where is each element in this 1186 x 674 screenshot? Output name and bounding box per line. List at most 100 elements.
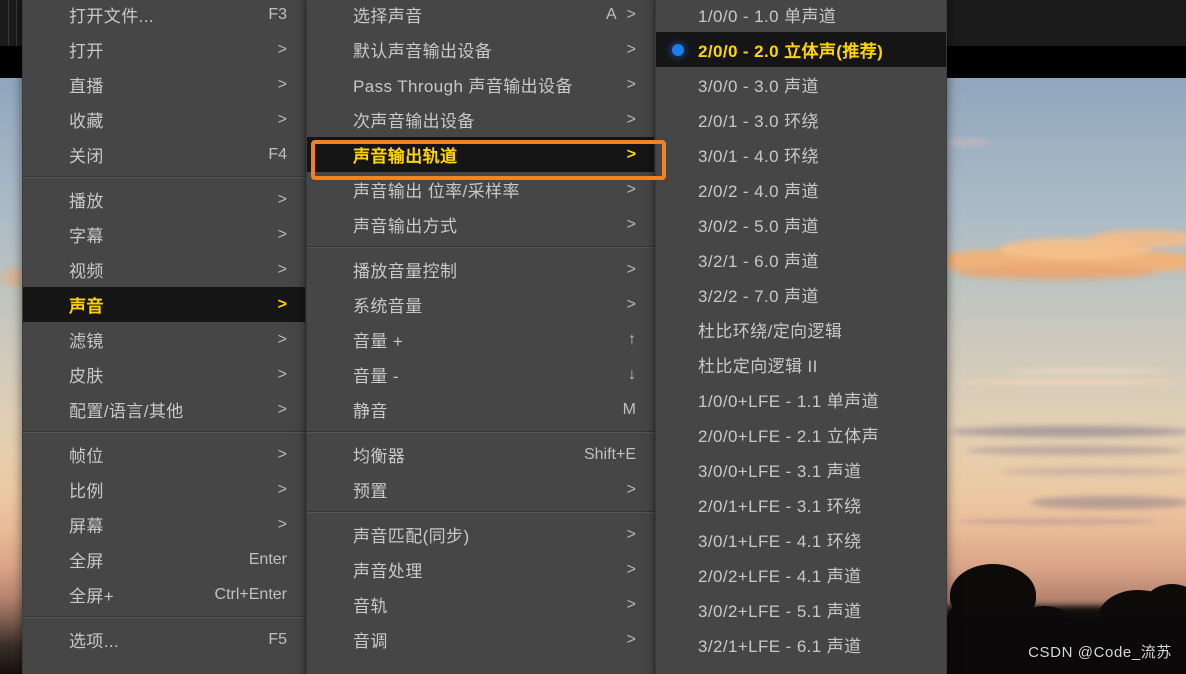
menu-item[interactable]: 均衡器 Shift+E	[307, 437, 654, 472]
menu-item[interactable]: 皮肤 >	[23, 357, 305, 392]
menu-item-label: 3/2/1+LFE - 6.1 声道	[698, 637, 862, 656]
menu-item[interactable]: 3/0/2+LFE - 5.1 声道	[656, 592, 946, 627]
menu-item[interactable]: 音轨 >	[307, 587, 654, 622]
menu-item[interactable]: 静音 M	[307, 392, 654, 427]
menu-item[interactable]: 全屏 Enter	[23, 542, 305, 577]
menu-item[interactable]: 声音 >	[23, 287, 305, 322]
menu-item[interactable]: 音调 >	[307, 622, 654, 657]
audio-submenu[interactable]: 选择声音 A > 默认声音输出设备 > Pass Through 声音输出设备 > 次声音输出…	[306, 0, 655, 674]
menu-item[interactable]: 关闭 F4	[23, 137, 305, 172]
menu-item-label: 比例	[69, 482, 104, 501]
menu-item[interactable]: 预置 >	[307, 472, 654, 507]
menu-item-label: 音调	[353, 632, 388, 651]
menu-item[interactable]: 3/0/0+LFE - 3.1 声道	[656, 452, 946, 487]
menu-item[interactable]: 1/0/0 - 1.0 单声道	[656, 0, 946, 32]
menu-item[interactable]: 打开文件... F3	[23, 0, 305, 32]
menu-item[interactable]: 打开 >	[23, 32, 305, 67]
menu-item[interactable]: 3/0/0 - 3.0 声道	[656, 67, 946, 102]
menu-item[interactable]: 3/2/1 - 6.0 声道	[656, 242, 946, 277]
menu-item[interactable]: 声音处理 >	[307, 552, 654, 587]
menu-item[interactable]: 滤镜 >	[23, 322, 305, 357]
menu-item-label: 音轨	[353, 597, 388, 616]
menu-item-label: 选项...	[69, 632, 120, 651]
chevron-right-icon: >	[277, 260, 287, 278]
menu-separator	[307, 246, 654, 248]
menu-item[interactable]: 收藏 >	[23, 102, 305, 137]
menu-item[interactable]: 2/0/0 - 2.0 立体声(推荐)	[656, 32, 946, 67]
menu-item-label: 杜比环绕/定向逻辑	[698, 322, 843, 341]
chevron-right-icon: >	[626, 525, 636, 543]
menu-item[interactable]: 字幕 >	[23, 217, 305, 252]
menu-item-accelerator: Shift+E	[583, 445, 636, 463]
menu-item-label: 2/0/0+LFE - 2.1 立体声	[698, 427, 879, 446]
menu-item-label: 声音输出 位率/采样率	[353, 182, 520, 201]
player-window: 打开文件... F3 打开 > 直播 > 收藏 > 关闭 F4 播放 > 字幕 > 视频 > 声音 > 滤镜 > 皮肤 >…	[0, 0, 1186, 674]
menu-item[interactable]: 声音匹配(同步) >	[307, 517, 654, 552]
menu-item[interactable]: 播放 >	[23, 182, 305, 217]
menu-item[interactable]: 2/0/2+LFE - 4.1 声道	[656, 557, 946, 592]
menu-item[interactable]: 系统音量 >	[307, 287, 654, 322]
menu-item[interactable]: 3/0/1 - 4.0 环绕	[656, 137, 946, 172]
menu-item[interactable]: 3/2/2 - 7.0 声道	[656, 277, 946, 312]
chevron-right-icon: >	[277, 515, 287, 533]
menu-item[interactable]: 屏幕 >	[23, 507, 305, 542]
menu-item[interactable]: 声音输出 位率/采样率 >	[307, 172, 654, 207]
menu-item-label: 预置	[353, 482, 388, 501]
menu-item[interactable]: 3/2/1+LFE - 6.1 声道	[656, 627, 946, 662]
menu-item[interactable]: Pass Through 声音输出设备 >	[307, 67, 654, 102]
menu-item[interactable]: 视频 >	[23, 252, 305, 287]
menu-item-label: 3/0/1+LFE - 4.1 环绕	[698, 532, 862, 551]
menu-item-accelerator: M	[622, 400, 636, 418]
menu-item[interactable]: 比例 >	[23, 472, 305, 507]
menu-item[interactable]: 音量 - ↓	[307, 357, 654, 392]
menu-separator	[307, 511, 654, 513]
menu-item[interactable]: 播放音量控制 >	[307, 252, 654, 287]
menu-item[interactable]: 选择声音 A >	[307, 0, 654, 32]
menu-item-accelerator: F4	[268, 145, 287, 163]
menu-item[interactable]: 杜比环绕/定向逻辑	[656, 312, 946, 347]
menu-item[interactable]: 1/0/0+LFE - 1.1 单声道	[656, 382, 946, 417]
menu-item-label: 打开文件...	[69, 7, 154, 26]
menu-item[interactable]: 声音输出轨道 >	[307, 137, 654, 172]
menu-item[interactable]: 帧位 >	[23, 437, 305, 472]
chevron-right-icon: >	[626, 595, 636, 613]
menu-item-label: 声音	[69, 297, 104, 316]
menu-item-label: 1/0/0 - 1.0 单声道	[698, 7, 837, 26]
chevron-right-icon: >	[626, 145, 636, 163]
menu-item-label: 打开	[69, 42, 104, 61]
menu-item[interactable]: 3/0/2 - 5.0 声道	[656, 207, 946, 242]
menu-item[interactable]: 2/0/1 - 3.0 环绕	[656, 102, 946, 137]
menu-item[interactable]: 直播 >	[23, 67, 305, 102]
menu-item[interactable]: 全屏+ Ctrl+Enter	[23, 577, 305, 612]
menu-item[interactable]: 默认声音输出设备 >	[307, 32, 654, 67]
menu-item[interactable]: 3/0/1+LFE - 4.1 环绕	[656, 522, 946, 557]
chevron-right-icon: >	[626, 75, 636, 93]
menu-item-label: 字幕	[69, 227, 104, 246]
menu-item-label: 声音处理	[353, 562, 423, 581]
chevron-right-icon: >	[626, 560, 636, 578]
menu-item-label: Pass Through 声音输出设备	[353, 77, 573, 96]
chevron-right-icon: >	[277, 400, 287, 418]
menu-separator	[23, 431, 305, 433]
menu-item[interactable]: 配置/语言/其他 >	[23, 392, 305, 427]
radio-selected-icon	[672, 43, 684, 56]
menu-item[interactable]: 选项... F5	[23, 622, 305, 657]
chevron-right-icon: >	[626, 260, 636, 278]
menu-item-label: 收藏	[69, 112, 104, 131]
main-menu[interactable]: 打开文件... F3 打开 > 直播 > 收藏 > 关闭 F4 播放 > 字幕 > 视频 > 声音 > 滤镜 > 皮肤 >…	[22, 0, 306, 674]
menu-item-label: 声音输出轨道	[353, 147, 458, 166]
menu-item-accelerator: Enter	[248, 550, 287, 568]
menu-item-label: 播放音量控制	[353, 262, 458, 281]
menu-item[interactable]: 2/0/2 - 4.0 声道	[656, 172, 946, 207]
chevron-right-icon: >	[277, 225, 287, 243]
menu-item[interactable]: 2/0/0+LFE - 2.1 立体声	[656, 417, 946, 452]
audio-output-track-submenu[interactable]: 1/0/0 - 1.0 单声道 2/0/0 - 2.0 立体声(推荐) 3/0/0 …	[655, 0, 947, 674]
menu-item[interactable]: 音量 + ↑	[307, 322, 654, 357]
menu-item-label: 滤镜	[69, 332, 104, 351]
menu-item[interactable]: 声音输出方式 >	[307, 207, 654, 242]
menu-item[interactable]: 杜比定向逻辑 II	[656, 347, 946, 382]
chevron-right-icon: >	[626, 630, 636, 648]
menu-item[interactable]: 2/0/1+LFE - 3.1 环绕	[656, 487, 946, 522]
menu-item[interactable]: 次声音输出设备 >	[307, 102, 654, 137]
menu-item-label: 3/0/0 - 3.0 声道	[698, 77, 819, 96]
